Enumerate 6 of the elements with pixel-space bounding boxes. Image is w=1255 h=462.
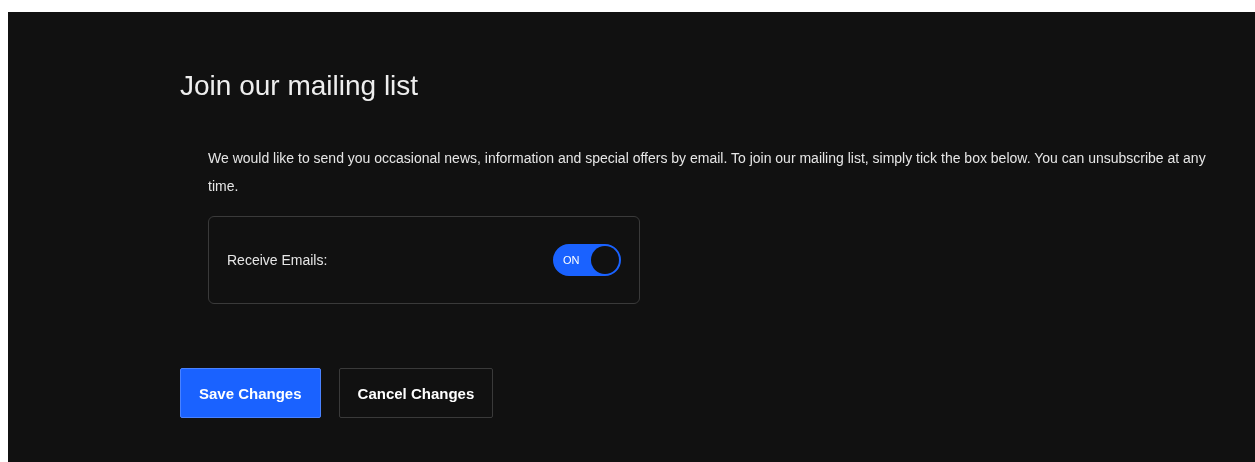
setting-label: Receive Emails: xyxy=(227,252,328,268)
save-button[interactable]: Save Changes xyxy=(180,368,321,418)
cancel-button[interactable]: Cancel Changes xyxy=(338,368,494,418)
description-text: We would like to send you occasional news, information and special offers by email. To join our mailing list, simply tick the box below. You can unsubscribe at any time. xyxy=(208,149,1207,196)
toggle-switch[interactable]: ON xyxy=(553,244,621,276)
page-title: Join our mailing list xyxy=(180,69,420,103)
